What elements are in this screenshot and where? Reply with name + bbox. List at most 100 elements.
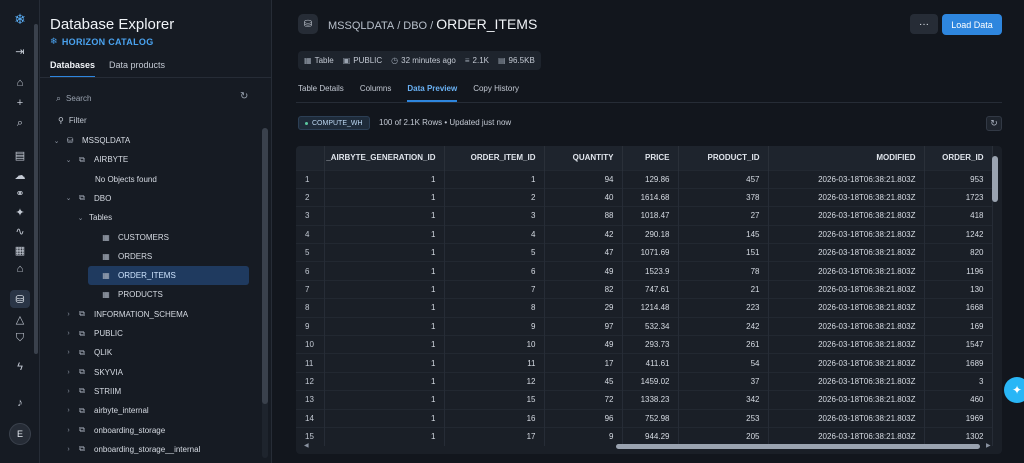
tree-item[interactable]: ▦ CUSTOMERS [40,228,256,247]
table-row[interactable]: 4 1 4 42 290.18 145 2026-03-18T06:38:21.803Z 12… [296,224,993,244]
table-row[interactable]: 12 1 12 45 1459.02 37 2026-03-18T06:38:21.803Z… [296,371,993,391]
table-cell[interactable]: 290.18 [622,224,679,244]
table-cell[interactable]: 3 [444,206,545,226]
table-cell[interactable]: 261 [678,335,769,354]
search-icon[interactable]: ⌕ [10,114,30,132]
more-options-button[interactable]: ··· [910,14,938,34]
table-cell[interactable]: 96 [544,408,623,428]
table-cell[interactable]: 49 [544,335,623,354]
table-cell[interactable]: 47 [544,243,623,262]
explorer-scrollbar[interactable] [262,128,268,404]
table-row[interactable]: 10 1 10 49 293.73 261 2026-03-18T06:38:21.803Z… [296,335,993,354]
chevron-right-icon[interactable]: › [64,330,73,337]
table-cell[interactable]: 457 [678,169,769,189]
rail-scrollbar[interactable] [34,24,38,354]
table-cell[interactable]: 49 [544,261,623,281]
snowflake-icon[interactable]: ❄ [10,10,30,28]
table-row[interactable]: 7 1 7 82 747.61 21 2026-03-18T06:38:21.803Z 130 [296,279,993,299]
table-cell[interactable]: 1 [324,298,445,318]
table-cell[interactable]: 1 [324,353,445,373]
table-cell[interactable]: 1 [444,169,545,189]
table-cell[interactable]: 6 [444,261,545,281]
bell-icon[interactable]: ♪ [10,394,30,412]
table-cell[interactable]: 1459.02 [622,371,679,391]
table-cell[interactable]: 342 [678,390,769,410]
table-cell[interactable]: 42 [544,224,623,244]
tree-item[interactable]: › ⧉ PUBLIC [40,324,256,343]
table-cell[interactable]: 1 [324,169,445,189]
chevron-right-icon[interactable]: › [64,407,73,414]
table-cell[interactable]: 2026-03-18T06:38:21.803Z [768,298,925,318]
table-cell[interactable]: 1196 [924,261,993,281]
tree-item[interactable]: › ⧉ QLIK [40,343,256,362]
table-cell[interactable]: 293.73 [622,335,679,354]
search-input[interactable]: ⌕ Search [56,90,256,106]
load-data-button[interactable]: Load Data [942,14,1002,35]
tree-item[interactable]: › ⧉ SKYVIA [40,363,256,382]
chevron-right-icon[interactable]: › [64,427,73,434]
table-cell[interactable]: 2026-03-18T06:38:21.803Z [768,261,925,281]
table-cell[interactable]: 29 [544,298,623,318]
table-cell[interactable]: 54 [678,353,769,373]
notebook-icon[interactable]: ▤ [10,146,30,164]
chevron-right-icon[interactable]: › [64,388,73,395]
table-cell[interactable]: 82 [544,279,623,299]
table-cell[interactable]: 8 [444,298,545,318]
ai-icon[interactable]: ✦ [10,203,30,221]
table-cell[interactable]: 953 [924,169,993,189]
vertical-scrollbar[interactable] [992,156,998,202]
tree-item[interactable]: ⌄ ⧉ DBO [40,189,256,208]
table-cell[interactable]: 1523.9 [622,261,679,281]
table-cell[interactable]: 4 [444,224,545,244]
horizontal-scrollbar[interactable] [616,444,980,449]
avatar[interactable]: E [9,423,31,445]
table-cell[interactable]: 1689 [924,353,993,373]
workflow-icon[interactable]: ⚭ [10,184,30,202]
tab-databases[interactable]: Databases [50,60,96,78]
tree-item[interactable]: ▦ PRODUCTS [40,285,256,304]
table-cell[interactable]: 9 [544,426,623,446]
tree-item[interactable]: ▦ ORDERS [40,247,256,266]
breadcrumb-database[interactable]: MSSQLDATA [328,20,394,32]
table-cell[interactable]: 169 [924,316,993,336]
table-cell[interactable]: 37 [678,371,769,391]
home-icon[interactable]: ⌂ [10,74,30,92]
tree-item[interactable]: › ⧉ STRIIM [40,382,256,401]
tree-item[interactable]: No Objects found [40,170,256,189]
table-cell[interactable]: 460 [924,390,993,410]
table-row[interactable]: 3 1 3 88 1018.47 27 2026-03-18T06:38:21.803Z 41… [296,206,993,226]
column-header[interactable]: PRODUCT_ID [678,146,769,170]
table-cell[interactable]: 2026-03-18T06:38:21.803Z [768,390,925,410]
table-row[interactable]: 11 1 11 17 411.61 54 2026-03-18T06:38:21.803Z 1… [296,353,993,373]
tree-item[interactable]: ⌄ ⧉ AIRBYTE [40,150,256,169]
table-cell[interactable]: 5 [444,243,545,262]
breadcrumb-schema[interactable]: DBO [403,20,427,32]
table-cell[interactable]: 15 [444,390,545,410]
tab-data-preview[interactable]: Data Preview [407,84,458,102]
table-row[interactable]: 9 1 9 97 532.34 242 2026-03-18T06:38:21.803Z 16… [296,316,993,336]
table-cell[interactable]: 1 [324,316,445,336]
table-cell[interactable]: 1547 [924,335,993,354]
table-cell[interactable]: 1 [324,279,445,299]
table-cell[interactable]: 3 [924,371,993,391]
tree-item[interactable]: › ⧉ onboarding_storage__internal [40,440,256,459]
table-cell[interactable]: 1 [324,390,445,410]
tab-data-products[interactable]: Data products [109,60,165,78]
table-cell[interactable]: 1723 [924,187,993,207]
table-row[interactable]: 1 1 1 94 129.86 457 2026-03-18T06:38:21.803Z 95… [296,169,993,189]
scroll-left-icon[interactable]: ◀ [304,442,309,449]
table-cell[interactable]: 1 [324,206,445,226]
table-cell[interactable]: 1 [324,224,445,244]
tab-copy-history[interactable]: Copy History [473,84,519,102]
tree-item[interactable]: › ⧉ airbyte_internal [40,401,256,420]
refresh-icon[interactable]: ↻ [240,91,248,102]
table-cell[interactable]: 1 [324,187,445,207]
column-header[interactable]: _AIRBYTE_GENERATION_ID [324,146,445,170]
table-cell[interactable]: 17 [444,426,545,446]
marketplace-icon[interactable]: ⌂ [10,260,30,278]
table-cell[interactable]: 78 [678,261,769,281]
governance-icon[interactable]: △ [10,310,30,328]
table-cell[interactable]: 2026-03-18T06:38:21.803Z [768,335,925,354]
table-row[interactable]: 14 1 16 96 752.98 253 2026-03-18T06:38:21.803Z… [296,408,993,428]
tab-table-details[interactable]: Table Details [298,84,344,102]
